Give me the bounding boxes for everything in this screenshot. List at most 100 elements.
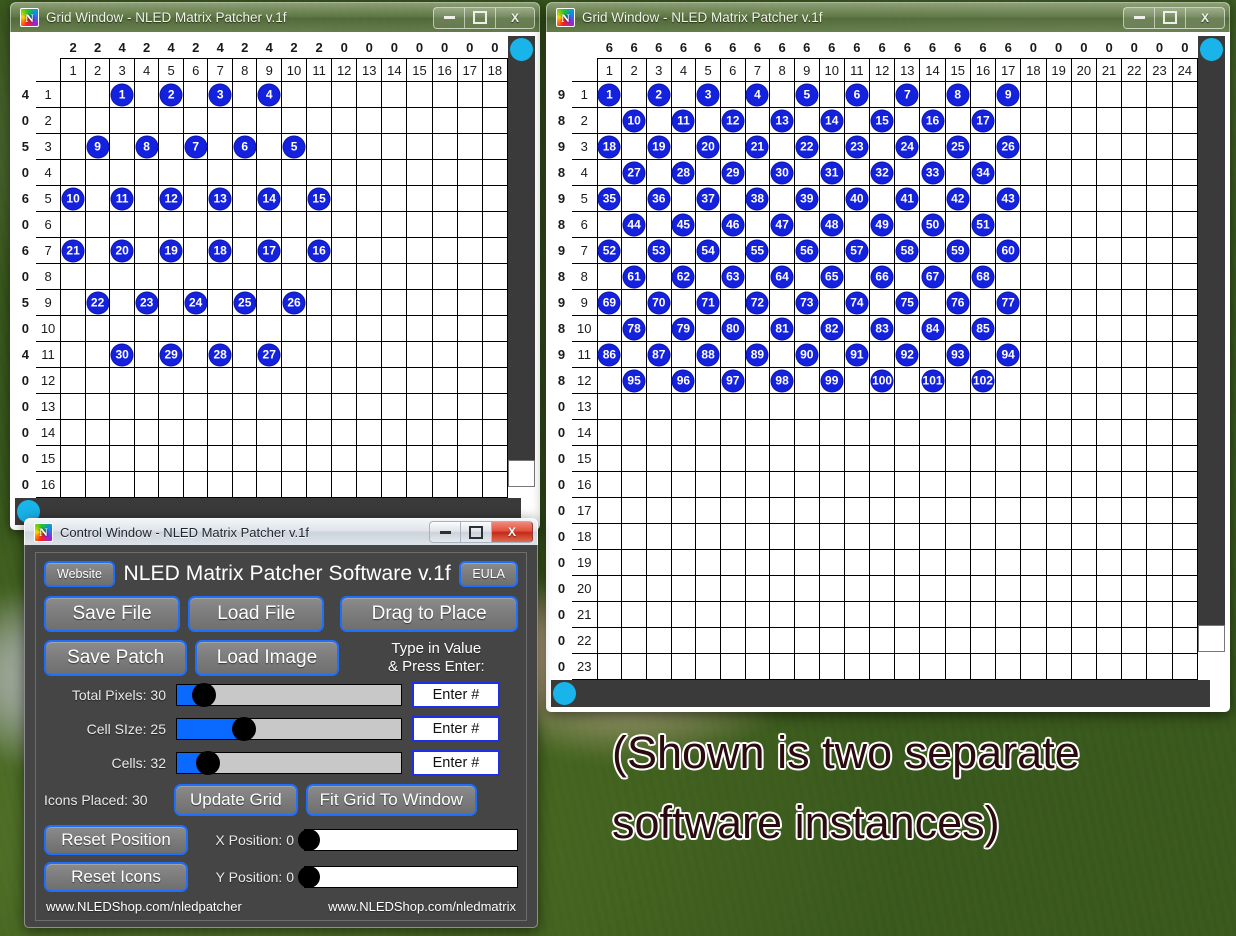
grid-cell[interactable] — [645, 315, 672, 342]
grid-cell[interactable]: 101 — [919, 367, 946, 394]
grid-cell[interactable] — [1020, 393, 1047, 420]
pixel-icon[interactable]: 78 — [622, 317, 646, 340]
grid-cell[interactable] — [133, 159, 160, 186]
pixel-icon[interactable]: 1 — [110, 83, 134, 106]
grid-cell[interactable] — [84, 237, 111, 264]
grid-cell[interactable] — [645, 211, 672, 238]
grid-cell[interactable] — [818, 471, 845, 498]
grid-cell[interactable] — [995, 627, 1022, 654]
grid-cell[interactable] — [331, 133, 358, 160]
grid-cell[interactable] — [818, 445, 845, 472]
grid-cell[interactable]: 31 — [818, 159, 845, 186]
grid-cell[interactable]: 21 — [60, 237, 86, 264]
grid-cell[interactable] — [331, 237, 358, 264]
grid-cell[interactable] — [1095, 393, 1123, 420]
grid-cell[interactable] — [109, 107, 135, 134]
grid-cell[interactable] — [868, 523, 896, 550]
grid-cell[interactable] — [207, 211, 233, 238]
grid-cell[interactable]: 71 — [695, 289, 721, 316]
grid-cell[interactable] — [109, 211, 135, 238]
grid-cell[interactable] — [894, 393, 921, 420]
pixel-icon[interactable]: 30 — [110, 343, 134, 366]
grid-cell[interactable]: 42 — [944, 185, 971, 212]
grid-cell[interactable] — [84, 445, 111, 472]
grid-cell[interactable] — [280, 263, 308, 290]
pixel-icon[interactable]: 29 — [159, 343, 183, 366]
grid-cell[interactable] — [1020, 81, 1047, 108]
grid-cell[interactable] — [381, 81, 408, 108]
pixel-icon[interactable]: 50 — [921, 213, 945, 236]
grid-cell[interactable]: 26 — [995, 133, 1022, 160]
grid-cell[interactable] — [207, 133, 233, 160]
horizontal-scroll-thumb-right[interactable] — [553, 682, 576, 705]
grid-cell[interactable] — [306, 159, 333, 186]
grid-cell[interactable]: 23 — [843, 133, 870, 160]
update-grid-button[interactable]: Update Grid — [174, 784, 298, 816]
grid-cell[interactable]: 39 — [793, 185, 820, 212]
grid-cell[interactable] — [280, 471, 308, 498]
grid-cell[interactable] — [481, 471, 508, 498]
grid-cell[interactable] — [868, 575, 896, 602]
grid-cell[interactable] — [431, 107, 458, 134]
grid-cell[interactable] — [431, 341, 458, 368]
grid-cell[interactable] — [60, 107, 86, 134]
grid-cell[interactable] — [1095, 289, 1123, 316]
grid-cell[interactable] — [793, 575, 820, 602]
grid-cell[interactable]: 29 — [158, 341, 184, 368]
save-patch-button[interactable]: Save Patch — [44, 640, 188, 676]
grid-cell[interactable]: 28 — [670, 159, 697, 186]
grid-cell[interactable] — [1121, 133, 1148, 160]
grid-cell[interactable]: 27 — [256, 341, 282, 368]
grid-cell[interactable] — [356, 393, 383, 420]
grid-cell[interactable] — [60, 159, 86, 186]
pixel-icon[interactable]: 66 — [870, 265, 894, 288]
grid-cell[interactable] — [695, 575, 721, 602]
grid-cell[interactable] — [331, 471, 358, 498]
grid-cell[interactable] — [969, 601, 997, 628]
grid-cell[interactable] — [331, 159, 358, 186]
grid-cell[interactable] — [182, 393, 209, 420]
grid-cell[interactable] — [596, 445, 623, 472]
grid-cell[interactable] — [621, 237, 647, 264]
grid-cell[interactable] — [1121, 315, 1148, 342]
grid-cell[interactable] — [670, 81, 697, 108]
grid-cell[interactable] — [1095, 575, 1123, 602]
grid-cell[interactable] — [621, 445, 647, 472]
grid-cell[interactable] — [719, 133, 746, 160]
grid-cell[interactable] — [456, 211, 483, 238]
grid-cell[interactable] — [1020, 601, 1047, 628]
grid-cell[interactable] — [645, 393, 672, 420]
grid-cell[interactable] — [919, 627, 946, 654]
pixel-icon[interactable]: 90 — [795, 343, 819, 366]
grid-cell[interactable] — [868, 289, 896, 316]
grid-cell[interactable] — [969, 341, 997, 368]
grid-cell[interactable] — [843, 315, 870, 342]
grid-cell[interactable] — [695, 523, 721, 550]
grid-cell[interactable] — [670, 393, 697, 420]
grid-cell[interactable] — [769, 575, 795, 602]
pixel-icon[interactable]: 95 — [622, 369, 646, 392]
grid-cell[interactable] — [406, 393, 433, 420]
grid-cell[interactable] — [1020, 419, 1047, 446]
grid-cell[interactable] — [1070, 107, 1097, 134]
grid-cell[interactable] — [719, 445, 746, 472]
grid-cell[interactable]: 13 — [207, 185, 233, 212]
grid-cell[interactable]: 14 — [256, 185, 282, 212]
grid-cell[interactable] — [719, 575, 746, 602]
grid-cell[interactable]: 60 — [995, 237, 1022, 264]
grid-cell[interactable] — [793, 601, 820, 628]
grid-cell[interactable] — [793, 159, 820, 186]
grid-cell[interactable] — [481, 133, 508, 160]
control-window[interactable]: N Control Window - NLED Matrix Patcher v… — [24, 518, 538, 928]
grid-cell[interactable] — [182, 471, 209, 498]
grid-cell[interactable] — [1095, 601, 1123, 628]
grid-cell[interactable]: 74 — [843, 289, 870, 316]
grid-cell[interactable] — [481, 185, 508, 212]
grid-cell[interactable] — [719, 341, 746, 368]
grid-cell[interactable]: 62 — [670, 263, 697, 290]
grid-cell[interactable] — [1045, 211, 1072, 238]
grid-cell[interactable] — [158, 289, 184, 316]
grid-cell[interactable] — [621, 497, 647, 524]
grid-cell[interactable] — [1121, 341, 1148, 368]
grid-cell[interactable] — [1020, 471, 1047, 498]
